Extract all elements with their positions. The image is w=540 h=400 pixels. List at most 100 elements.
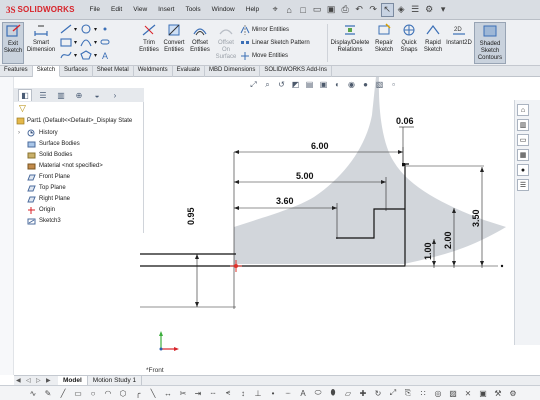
redo-icon[interactable]: ↷ (367, 3, 380, 17)
next-tab-arrow-icon[interactable]: ▷ (36, 377, 44, 385)
polygon-tool-icon[interactable]: ⬡ (118, 388, 128, 398)
brush-icon[interactable]: ✎ (43, 388, 53, 398)
appearances-icon[interactable]: ● (517, 164, 529, 176)
dimension-6-00[interactable]: 6.00 (311, 141, 329, 151)
menu-window[interactable]: Window (206, 6, 240, 13)
tab-sketch[interactable]: Sketch (32, 66, 61, 77)
line-tool-icon[interactable]: ╱ (58, 388, 68, 398)
featuremanager-tree-icon[interactable]: ◧ (18, 89, 32, 101)
menu-help[interactable]: Help (240, 6, 264, 13)
ellipse-icon[interactable]: ⬮ (328, 388, 338, 398)
home-icon[interactable]: ⌂ (283, 3, 296, 17)
dimension-0-06[interactable]: 0.06 (396, 116, 414, 126)
pin-icon[interactable]: ⌖ (269, 3, 282, 17)
dimension-5-00[interactable]: 5.00 (296, 171, 314, 181)
zoom-to-fit-icon[interactable]: ⤢ (248, 79, 259, 90)
point-tool-icon[interactable]: • (268, 388, 278, 398)
dropdown-chevron-icon[interactable]: ▾ (437, 3, 450, 17)
spline-tool[interactable]: ▾ (60, 50, 77, 60)
last-tab-arrow-icon[interactable]: ▶ (46, 377, 54, 385)
intersection-curve-icon[interactable]: ⨯ (463, 388, 473, 398)
scale-tool-icon[interactable]: ⤢ (388, 388, 398, 398)
tree-item-top-plane[interactable]: Top Plane (18, 183, 66, 192)
dynamic-annotation-icon[interactable]: ▤ (304, 79, 315, 90)
property-manager-icon[interactable]: ☰ (36, 89, 50, 101)
quick-snaps-button[interactable]: Quick Snaps (398, 22, 420, 64)
sketch-endpoint[interactable] (500, 264, 504, 268)
previous-view-icon[interactable]: ↺ (276, 79, 287, 90)
options-gear-icon[interactable]: ⚙ (423, 3, 436, 17)
trim-tool-icon[interactable]: ✂ (178, 388, 188, 398)
tab-surfaces[interactable]: Surfaces (60, 66, 93, 77)
tab-sheet-metal[interactable]: Sheet Metal (93, 66, 134, 77)
shaded-sketch-contours-button[interactable]: Shaded Sketch Contours (474, 22, 506, 64)
menu-file[interactable]: File (84, 6, 105, 13)
circle-tool[interactable]: ▾ (80, 24, 97, 34)
display-manager-icon[interactable]: ◒ (90, 89, 104, 101)
menu-view[interactable]: View (128, 6, 153, 13)
save-icon[interactable]: ▣ (325, 3, 338, 17)
select-pointer-icon[interactable]: ↖ (380, 2, 394, 17)
tree-root-part[interactable]: Part1 (Default<<Default>_Display State (16, 116, 132, 125)
tab-mbd-dimensions[interactable]: MBD Dimensions (205, 66, 261, 77)
dimension-0-95[interactable]: 0.95 (186, 207, 196, 225)
tab-motion-study-1[interactable]: Motion Study 1 (88, 375, 143, 386)
undo-icon[interactable]: ↶ (353, 3, 366, 17)
solidworks-logo[interactable]: 3S SOLIDWORKS (6, 5, 84, 15)
configuration-manager-icon[interactable]: ▥ (54, 89, 68, 101)
smart-dimension-button[interactable]: Smart Dimension (26, 22, 56, 64)
rapid-sketch-button[interactable]: Rapid Sketch (422, 22, 444, 64)
pattern-tool-icon[interactable]: ∷ (418, 388, 428, 398)
repair-sketch-button[interactable]: Repair Sketch (372, 22, 396, 64)
file-properties-icon[interactable]: ☰ (409, 3, 422, 17)
tree-item-front-plane[interactable]: Front Plane (18, 172, 70, 181)
extend-icon[interactable]: ⇥ (193, 388, 203, 398)
dimension-3-50[interactable]: 3.50 (471, 209, 481, 227)
text-tool-icon[interactable]: A (298, 388, 308, 398)
offset-tool-icon[interactable]: ⪪ (223, 388, 233, 398)
tree-item-origin[interactable]: Origin (18, 205, 55, 214)
circular-pattern-icon[interactable]: ◎ (433, 388, 443, 398)
linear-sketch-pattern-button[interactable]: Linear Sketch Pattern (240, 38, 310, 48)
scene-icon[interactable]: ▧ (374, 79, 385, 90)
point-tool[interactable] (100, 24, 110, 34)
slot-tool-icon[interactable]: ⬭ (313, 388, 323, 398)
instant2d-button[interactable]: 2D Instant2D (446, 22, 472, 64)
centerline-icon[interactable]: ┈ (283, 388, 293, 398)
fillet-icon[interactable]: ╭ (133, 388, 143, 398)
offset-entities-button[interactable]: Offset Entities (188, 22, 212, 64)
dimxpert-manager-icon[interactable]: ⊕ (72, 89, 86, 101)
construction-geometry-icon[interactable]: ┄ (208, 388, 218, 398)
tree-item-right-plane[interactable]: Right Plane (18, 194, 70, 203)
circle-tool-icon[interactable]: ○ (88, 388, 98, 398)
file-explorer-icon[interactable]: ▭ (517, 134, 529, 146)
expand-panel-icon[interactable]: › (108, 89, 122, 101)
convert-tool-icon[interactable]: ▨ (448, 388, 458, 398)
tab-evaluate[interactable]: Evaluate (173, 66, 206, 77)
plane-tool-icon[interactable]: ▱ (343, 388, 353, 398)
add-relation-icon[interactable]: ⊥ (253, 388, 263, 398)
mirror-entities-button[interactable]: Mirror Entities (240, 25, 289, 35)
trim-entities-button[interactable]: Trim Entities (138, 22, 160, 64)
tree-item-solid-bodies[interactable]: Solid Bodies (18, 150, 72, 159)
chamfer-icon[interactable]: ╲ (148, 388, 158, 398)
dimension-3-60[interactable]: 3.60 (276, 196, 294, 206)
design-library-icon[interactable]: ▥ (517, 119, 529, 131)
copy-tool-icon[interactable]: ⎘ (403, 388, 413, 398)
rectangle-tool[interactable]: ▾ (60, 37, 77, 47)
view-settings-icon[interactable]: ▫ (388, 79, 399, 90)
arc-tool[interactable]: ▾ (80, 37, 97, 47)
offset-on-surface-button[interactable]: Offset On Surface (214, 22, 238, 64)
zoom-area-icon[interactable]: ⌕ (262, 79, 273, 90)
line-tool[interactable]: ▾ (60, 24, 77, 34)
exit-sketch-button[interactable]: Exit Sketch (2, 22, 24, 64)
tab-solidworks-addins[interactable]: SOLIDWORKS Add-Ins (260, 66, 333, 77)
menu-tools[interactable]: Tools (180, 6, 206, 13)
move-tool-icon[interactable]: ✚ (358, 388, 368, 398)
filter-icon[interactable]: ▽ (19, 103, 26, 114)
mirror-tool-icon[interactable]: ↔ (163, 388, 173, 398)
sketch-point[interactable] (402, 163, 405, 166)
tree-item-history[interactable]: › History (18, 128, 58, 137)
tab-weldments[interactable]: Weldments (134, 66, 173, 77)
smart-dimension-tool-icon[interactable]: ↕ (238, 388, 248, 398)
